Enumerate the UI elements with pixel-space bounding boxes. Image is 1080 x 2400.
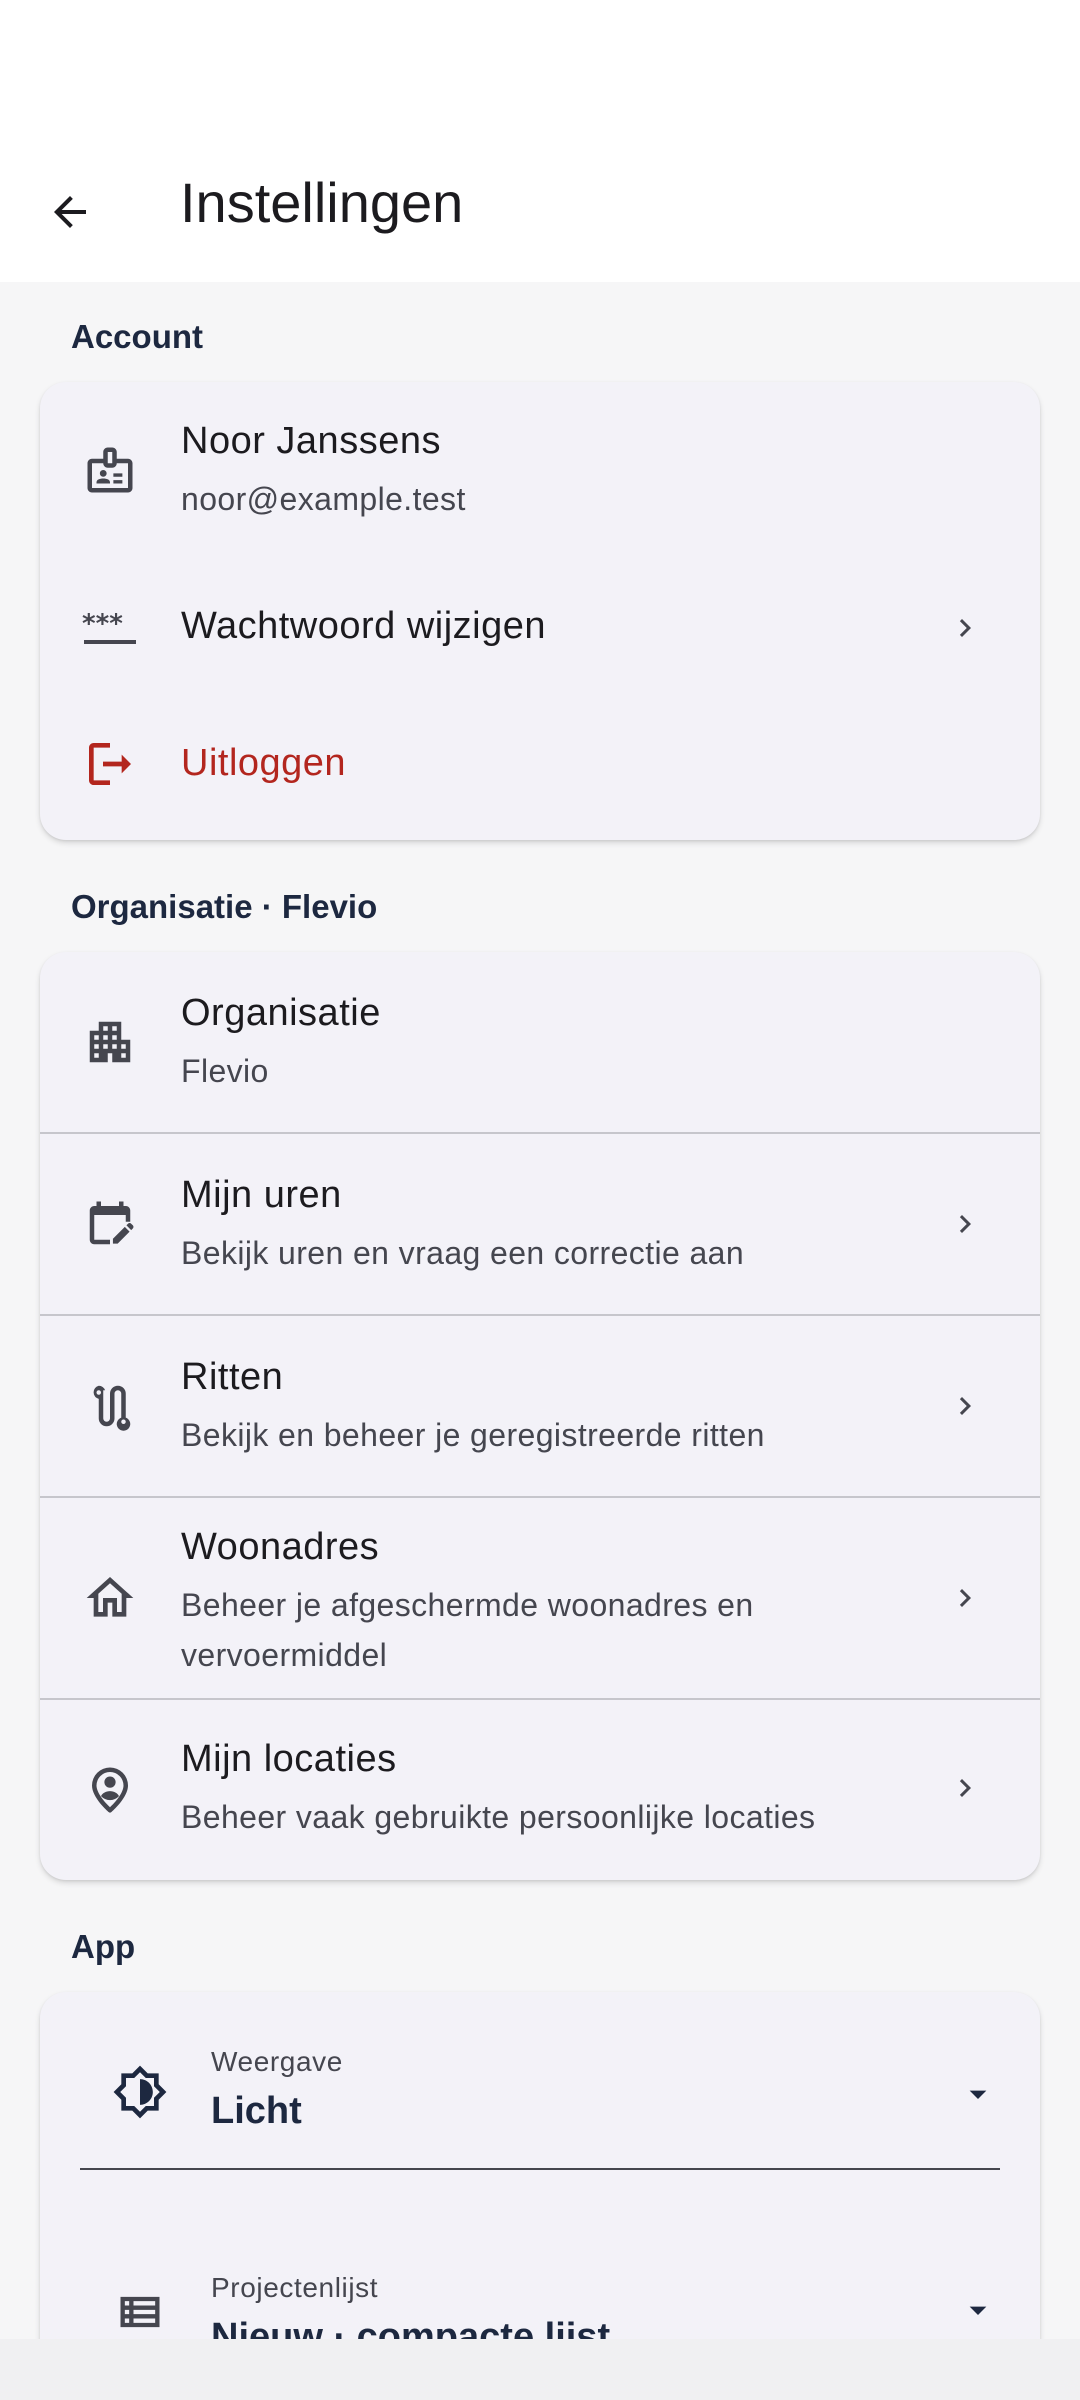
- rides-title: Ritten: [181, 1356, 284, 1398]
- my-hours-subtitle: Bekijk uren en vraag een correctie aan: [181, 1235, 745, 1271]
- rides-row[interactable]: Ritten Bekijk en beheer je geregistreerd…: [40, 1316, 1040, 1496]
- logout-label: Uitloggen: [181, 742, 347, 784]
- section-title-organisation: Organisatie · Flevio: [71, 888, 378, 925]
- my-locations-title: Mijn locaties: [181, 1738, 397, 1780]
- building-icon: [80, 1012, 140, 1072]
- calendar-edit-icon: [80, 1194, 140, 1254]
- user-name: Noor Janssens: [181, 420, 441, 462]
- location-person-icon: [80, 1760, 140, 1820]
- home-address-title: Woonadres: [181, 1526, 380, 1568]
- account-card: Noor Janssens noor@example.test *** Wach…: [40, 382, 1040, 840]
- list-icon: [110, 2282, 170, 2339]
- dropdown-arrow-icon: [958, 2290, 998, 2330]
- projects-list-value: Nieuw · compacte lijst: [211, 2316, 611, 2339]
- organisation-subtitle: Flevio: [181, 1053, 269, 1089]
- svg-text:***: ***: [82, 609, 123, 639]
- my-locations-subtitle: Beheer vaak gebruikte persoonlijke locat…: [181, 1799, 816, 1835]
- section-title-app: App: [71, 1928, 136, 1965]
- my-hours-row[interactable]: Mijn uren Bekijk uren en vraag een corre…: [40, 1134, 1040, 1314]
- chevron-right-icon: [945, 608, 985, 648]
- home-address-row[interactable]: Woonadres Beheer je afgeschermde woonadr…: [40, 1498, 1040, 1698]
- organisation-title: Organisatie: [181, 992, 381, 1034]
- appearance-dropdown[interactable]: Weergave Licht: [40, 1992, 1040, 2182]
- appearance-label: Weergave: [211, 2046, 343, 2077]
- chevron-right-icon: [945, 1204, 985, 1244]
- brightness-icon: [110, 2062, 170, 2122]
- logout-row[interactable]: Uitloggen: [40, 698, 1040, 840]
- my-locations-row[interactable]: Mijn locaties Beheer vaak gebruikte pers…: [40, 1700, 1040, 1880]
- page-title: Instellingen: [180, 171, 464, 234]
- top-app-bar: Instellingen: [0, 130, 1080, 282]
- system-navigation-bar: [0, 2339, 1080, 2400]
- change-password-row[interactable]: *** Wachtwoord wijzigen: [40, 558, 1040, 698]
- home-address-subtitle: Beheer je afgeschermde woonadres en verv…: [181, 1587, 754, 1673]
- password-icon: ***: [80, 598, 140, 658]
- chevron-right-icon: [945, 1768, 985, 1808]
- section-title-account: Account: [71, 318, 203, 355]
- badge-icon: [80, 440, 140, 500]
- field-underline: [80, 2168, 1000, 2170]
- arrow-back-icon: [54, 196, 86, 228]
- chevron-right-icon: [945, 1578, 985, 1618]
- appearance-value: Licht: [211, 2090, 302, 2132]
- home-icon: [80, 1568, 140, 1628]
- my-hours-title: Mijn uren: [181, 1174, 342, 1216]
- dropdown-arrow-icon: [958, 2074, 998, 2114]
- organisation-row: Organisatie Flevio: [40, 952, 1040, 1132]
- route-icon: [80, 1376, 140, 1436]
- profile-row: Noor Janssens noor@example.test: [40, 382, 1040, 558]
- rides-subtitle: Bekijk en beheer je geregistreerde ritte…: [181, 1417, 765, 1453]
- change-password-label: Wachtwoord wijzigen: [181, 605, 547, 647]
- logout-icon: [80, 734, 140, 794]
- organisation-card: Organisatie Flevio Mijn uren Bekijk uren…: [40, 952, 1040, 1880]
- status-bar: [0, 0, 1080, 130]
- user-email: noor@example.test: [181, 481, 466, 517]
- projects-list-label: Projectenlijst: [211, 2272, 379, 2303]
- app-card: Weergave Licht Projectenlijst Nieuw · co…: [40, 1992, 1040, 2339]
- projects-list-dropdown[interactable]: Projectenlijst Nieuw · compacte lijst: [40, 2182, 1040, 2339]
- settings-content[interactable]: Account Noor Janssens noor@example.test …: [0, 282, 1080, 2339]
- back-button[interactable]: [34, 176, 106, 248]
- chevron-right-icon: [945, 1386, 985, 1426]
